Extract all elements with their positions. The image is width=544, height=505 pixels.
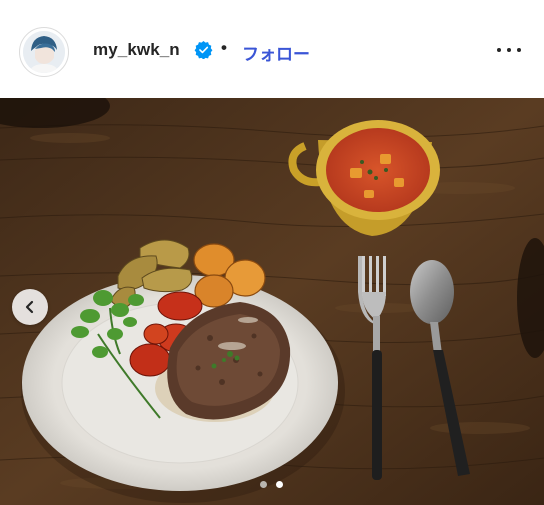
carousel-dot: [260, 481, 267, 488]
avatar-image: [23, 31, 65, 73]
more-options-icon[interactable]: [496, 40, 522, 60]
avatar[interactable]: [19, 27, 69, 77]
food-photo-image: [0, 98, 544, 505]
carousel-dot-active: [276, 481, 283, 488]
username-link[interactable]: my_kwk_n: [93, 40, 180, 60]
chevron-left-icon: [25, 300, 34, 314]
post-photo[interactable]: [0, 98, 544, 505]
carousel-indicator: [258, 480, 288, 490]
separator-dot: •: [221, 38, 227, 57]
follow-button[interactable]: フォロー: [242, 40, 310, 65]
post-header: my_kwk_n • フォロー: [0, 0, 544, 98]
verified-badge-icon: [194, 40, 213, 59]
carousel-prev-button[interactable]: [12, 289, 48, 325]
